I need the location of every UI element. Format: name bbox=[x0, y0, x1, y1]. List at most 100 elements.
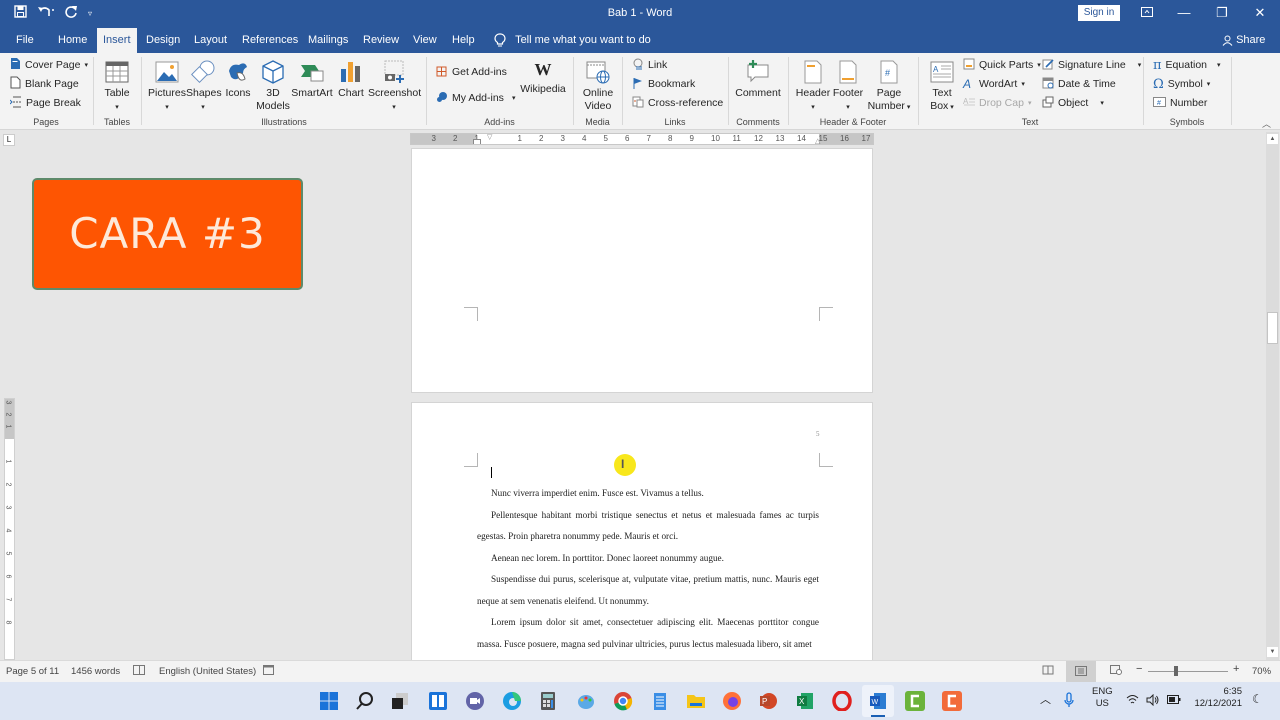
tab-home[interactable]: Home bbox=[52, 28, 93, 53]
drop-cap-button[interactable]: A Drop Cap ▾ bbox=[963, 95, 1031, 111]
signature-line-button[interactable]: Signature Line ▾ bbox=[1042, 57, 1141, 73]
symbol-button[interactable]: Ω Symbol ▾ bbox=[1153, 76, 1210, 92]
tab-help[interactable]: Help bbox=[446, 28, 481, 53]
ribbon-display-options-button[interactable] bbox=[1137, 4, 1157, 22]
microphone-icon[interactable] bbox=[1064, 692, 1074, 712]
online-video-button[interactable]: Online Video bbox=[579, 59, 617, 113]
language-status[interactable]: English (United States) bbox=[159, 666, 256, 677]
camtasia-editor-icon[interactable] bbox=[942, 691, 962, 711]
new-comment-button[interactable]: Comment bbox=[733, 59, 783, 100]
focus-assist-moon-icon[interactable]: ☾ bbox=[1252, 693, 1263, 705]
firefox-icon[interactable] bbox=[722, 691, 742, 711]
widgets-icon[interactable] bbox=[428, 691, 448, 711]
3d-models-button[interactable]: 3D Models bbox=[256, 59, 290, 113]
date-time-button[interactable]: Date & Time bbox=[1042, 76, 1116, 92]
get-addins-button[interactable]: Get Add-ins bbox=[436, 64, 507, 80]
header-button[interactable]: Header ▾ bbox=[794, 59, 832, 114]
cover-page-button[interactable]: Cover Page ▾ bbox=[10, 57, 88, 73]
vertical-scrollbar[interactable]: ▲ ▼ bbox=[1266, 132, 1279, 660]
horizontal-ruler[interactable]: 3211234567891011121314151617 ▽ △ bbox=[410, 133, 874, 145]
notepad-icon[interactable] bbox=[650, 691, 670, 711]
tell-me-search[interactable]: Tell me what you want to do bbox=[494, 28, 651, 53]
pictures-button[interactable]: Pictures ▾ bbox=[148, 59, 186, 114]
object-button[interactable]: Object ▾ bbox=[1042, 95, 1104, 111]
tab-view[interactable]: View bbox=[407, 28, 443, 53]
zoom-slider-thumb[interactable] bbox=[1174, 666, 1178, 676]
input-language-indicator[interactable]: ENG US bbox=[1092, 686, 1113, 710]
tab-selector[interactable]: L bbox=[3, 134, 15, 146]
read-mode-icon[interactable] bbox=[1042, 665, 1054, 678]
start-icon[interactable] bbox=[319, 691, 339, 711]
screenshot-button[interactable]: Screenshot ▾ bbox=[368, 59, 421, 114]
file-explorer-icon[interactable] bbox=[686, 691, 706, 711]
word-taskbar-button[interactable]: W bbox=[862, 685, 894, 717]
scroll-up-arrow-icon[interactable]: ▲ bbox=[1267, 134, 1278, 144]
page-4[interactable] bbox=[411, 148, 873, 393]
zoom-out-button[interactable]: − bbox=[1136, 663, 1142, 675]
restore-button[interactable]: ❐ bbox=[1212, 4, 1232, 22]
minimize-button[interactable]: — bbox=[1174, 4, 1194, 22]
edge-icon[interactable] bbox=[502, 691, 522, 711]
close-button[interactable]: ✕ bbox=[1250, 4, 1270, 22]
text-box-button[interactable]: A Text Box ▾ bbox=[926, 59, 958, 114]
number-button[interactable]: # Number bbox=[1153, 95, 1207, 111]
wifi-icon[interactable] bbox=[1126, 694, 1139, 709]
battery-icon[interactable] bbox=[1167, 695, 1181, 708]
equation-button[interactable]: π Equation ▾ bbox=[1153, 57, 1221, 73]
page-number-button[interactable]: # Page Number ▾ bbox=[866, 59, 912, 114]
first-line-indent-marker[interactable]: ▽ bbox=[487, 134, 492, 141]
tab-review[interactable]: Review bbox=[357, 28, 405, 53]
bookmark-button[interactable]: Bookmark bbox=[632, 76, 695, 92]
excel-icon[interactable]: X bbox=[795, 691, 815, 711]
paint-icon[interactable] bbox=[576, 691, 596, 711]
system-clock[interactable]: 6:35 12/12/2021 bbox=[1192, 686, 1242, 710]
scrollbar-thumb[interactable] bbox=[1267, 312, 1278, 344]
teams-chat-icon[interactable] bbox=[465, 691, 485, 711]
link-button[interactable]: Link bbox=[632, 57, 667, 73]
smartart-button[interactable]: SmartArt bbox=[290, 59, 334, 100]
task-view-icon[interactable] bbox=[390, 691, 410, 711]
tab-layout[interactable]: Layout bbox=[188, 28, 233, 53]
left-indent-marker[interactable] bbox=[473, 139, 481, 144]
word-count[interactable]: 1456 words bbox=[71, 666, 120, 677]
page-count[interactable]: Page 5 of 11 bbox=[6, 666, 59, 677]
tab-file[interactable]: File bbox=[10, 28, 40, 53]
print-layout-button[interactable] bbox=[1066, 661, 1096, 682]
sign-in-button[interactable]: Sign in bbox=[1078, 5, 1120, 21]
accessibility-icon[interactable] bbox=[263, 665, 274, 678]
blank-page-button[interactable]: Blank Page bbox=[10, 76, 79, 92]
share-button[interactable]: Share bbox=[1222, 28, 1265, 53]
right-indent-marker[interactable]: △ bbox=[815, 137, 820, 144]
zoom-level[interactable]: 70% bbox=[1252, 666, 1271, 677]
icons-button[interactable]: Icons bbox=[222, 59, 254, 100]
footer-button[interactable]: Footer ▾ bbox=[830, 59, 866, 114]
tab-mailings[interactable]: Mailings bbox=[302, 28, 354, 53]
tab-design[interactable]: Design bbox=[140, 28, 186, 53]
opera-icon[interactable] bbox=[832, 690, 852, 712]
page-break-button[interactable]: Page Break bbox=[9, 95, 81, 111]
show-hidden-icons-chevron[interactable]: ︿ bbox=[1040, 694, 1051, 706]
tab-insert[interactable]: Insert bbox=[97, 28, 137, 53]
camtasia-recorder-icon[interactable] bbox=[905, 691, 925, 711]
chrome-icon[interactable] bbox=[613, 691, 633, 711]
proofing-icon[interactable] bbox=[133, 665, 145, 678]
my-addins-button[interactable]: My Add-ins ▾ bbox=[436, 90, 515, 106]
document-body[interactable]: Nunc viverra imperdiet enim. Fusce est. … bbox=[477, 483, 819, 655]
volume-icon[interactable] bbox=[1146, 693, 1160, 710]
scroll-down-arrow-icon[interactable]: ▼ bbox=[1267, 647, 1278, 657]
zoom-in-button[interactable]: + bbox=[1233, 663, 1239, 675]
table-button[interactable]: Table ▾ bbox=[100, 59, 134, 114]
zoom-slider[interactable] bbox=[1148, 671, 1228, 672]
calculator-icon[interactable] bbox=[538, 691, 558, 711]
cross-reference-button[interactable]: Cross-reference bbox=[632, 95, 723, 111]
wikipedia-button[interactable]: W Wikipedia bbox=[518, 61, 568, 96]
chart-button[interactable]: Chart bbox=[336, 59, 366, 100]
wordart-button[interactable]: A WordArt ▾ bbox=[963, 76, 1025, 92]
tab-references[interactable]: References bbox=[236, 28, 304, 53]
quick-parts-button[interactable]: Quick Parts ▾ bbox=[963, 57, 1041, 73]
powerpoint-icon[interactable]: P bbox=[758, 691, 778, 711]
collapse-ribbon-icon[interactable]: ︿ bbox=[1262, 117, 1271, 130]
shapes-button[interactable]: Shapes ▾ bbox=[186, 59, 222, 114]
web-layout-icon[interactable] bbox=[1110, 665, 1122, 678]
search-icon[interactable] bbox=[355, 691, 375, 711]
